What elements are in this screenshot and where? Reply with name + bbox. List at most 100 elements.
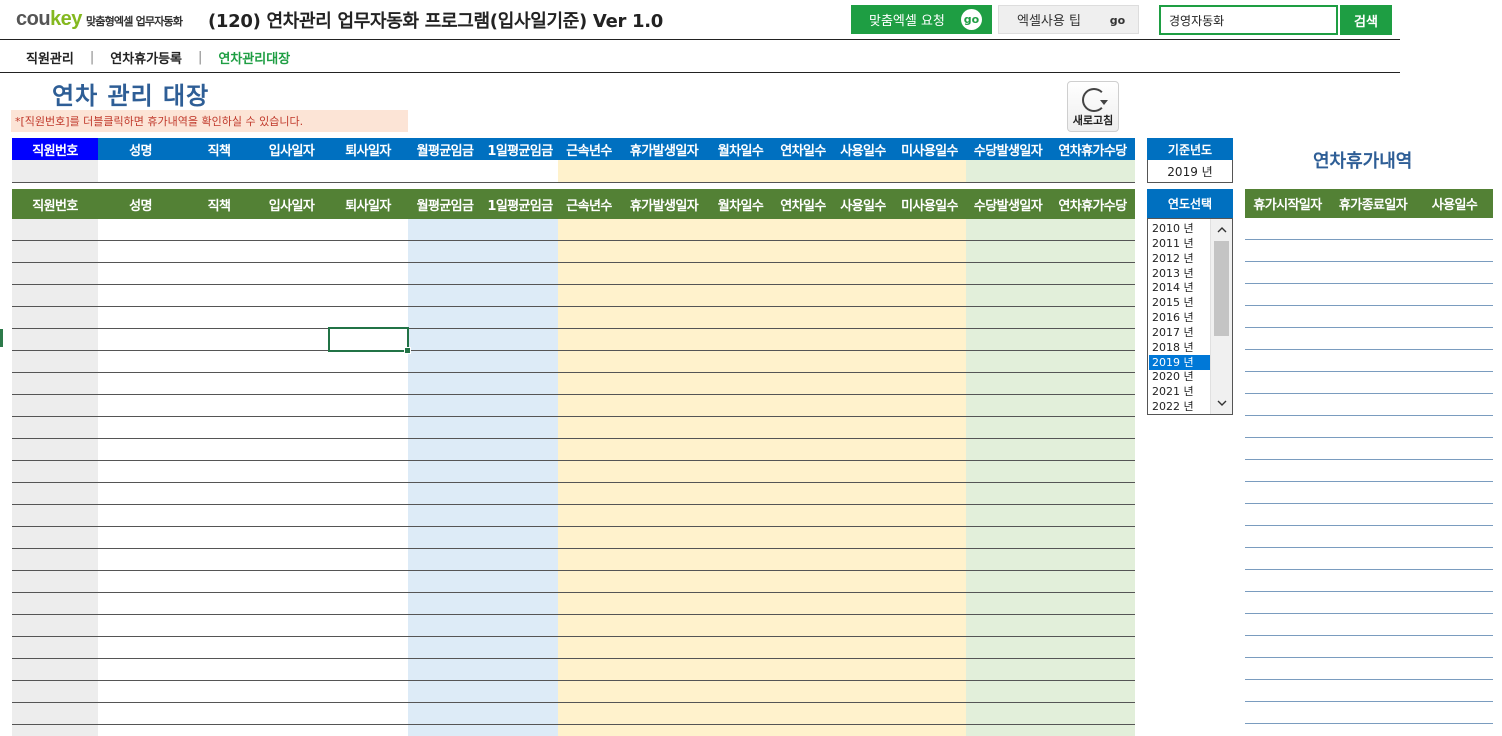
nav-separator: | (89, 50, 95, 65)
year-option[interactable]: 2018 년 (1149, 340, 1211, 355)
custom-excel-request-button[interactable]: 맞춤엑셀 요청 go (851, 5, 992, 34)
nav-item-leave-registration[interactable]: 연차휴가등록 (110, 48, 182, 67)
filter-cell[interactable] (408, 160, 482, 183)
chevron-down-icon[interactable] (1211, 394, 1232, 412)
row-dividers (12, 219, 1135, 736)
search-input[interactable] (1159, 5, 1338, 35)
header-leave-allowance: 연차휴가수당 (1050, 189, 1135, 219)
header-name: 성명 (98, 138, 183, 160)
refresh-button[interactable]: 새로고침 (1067, 81, 1119, 132)
year-select-label: 연도선택 (1147, 189, 1233, 218)
header-divider (0, 39, 1400, 40)
header-leave-allowance: 연차휴가수당 (1050, 138, 1135, 160)
header-position: 직책 (183, 138, 255, 160)
nav-item-leave-ledger[interactable]: 연차관리대장 (218, 48, 290, 67)
header-monthly-leave-days: 월차일수 (708, 189, 773, 219)
year-option[interactable]: 2014 년 (1149, 280, 1211, 295)
year-listbox[interactable]: 2010 년 2011 년 2012 년 2013 년 2014 년 2015 … (1147, 218, 1233, 415)
filter-cell[interactable] (833, 160, 893, 183)
year-option[interactable]: 2020 년 (1149, 369, 1211, 384)
year-option[interactable]: 2013 년 (1149, 266, 1211, 281)
nav-separator: | (198, 50, 203, 65)
chevron-up-icon[interactable] (1211, 221, 1232, 239)
header-position: 직책 (183, 189, 255, 219)
header-resign-date: 퇴사일자 (328, 189, 408, 219)
refresh-label: 새로고침 (1072, 114, 1114, 127)
filter-cell[interactable] (966, 160, 1050, 183)
year-option[interactable]: 2010 년 (1149, 221, 1211, 236)
header-employee-id[interactable]: 직원번호 (12, 189, 98, 219)
header-used-days: 사용일수 (833, 138, 893, 160)
year-option[interactable]: 2016 년 (1149, 310, 1211, 325)
filter-cell[interactable] (620, 160, 708, 183)
custom-excel-request-label: 맞춤엑셀 요청 (869, 14, 945, 29)
header-years-of-service: 근속년수 (558, 138, 620, 160)
header-allowance-date: 수당발생일자 (966, 138, 1050, 160)
nav-divider (0, 72, 1400, 73)
logo-brand-part2: key (50, 8, 82, 30)
header-employee-id: 직원번호 (12, 138, 98, 160)
header-annual-leave-days: 연차일수 (773, 189, 833, 219)
header-resign-date: 퇴사일자 (328, 138, 408, 160)
filter-cell[interactable] (773, 160, 833, 183)
go-icon: go (1109, 14, 1126, 27)
refresh-icon (1082, 88, 1108, 112)
go-icon: go (961, 9, 982, 30)
header-daily-avg-wage: 1일평균임금 (482, 138, 558, 160)
leave-history-title: 연차휴가내역 (1313, 151, 1413, 172)
year-option[interactable]: 2021 년 (1149, 384, 1211, 399)
app-title: (120) 연차관리 업무자동화 프로그램(입사일기준) Ver 1.0 (208, 11, 664, 32)
header-leave-accrual-date: 휴가발생일자 (620, 189, 708, 219)
header-annual-leave-days: 연차일수 (773, 138, 833, 160)
header-hire-date: 입사일자 (255, 189, 328, 219)
filter-cell[interactable] (98, 160, 183, 183)
year-option-selected[interactable]: 2019 년 (1149, 355, 1211, 370)
window-edge-marker (0, 329, 3, 347)
header-leave-end-date: 휴가종료일자 (1330, 189, 1416, 218)
filter-cell[interactable] (183, 160, 255, 183)
header-leave-accrual-date: 휴가발생일자 (620, 138, 708, 160)
header-monthly-avg-wage: 월평균임금 (408, 189, 482, 219)
logo: cou key 맞춤형엑셀 업무자동화 (16, 8, 183, 32)
header-used-days: 사용일수 (833, 189, 893, 219)
year-list-scrollbar[interactable] (1210, 219, 1232, 414)
search-button[interactable]: 검색 (1340, 5, 1392, 35)
base-year-label: 기준년도 (1147, 138, 1233, 160)
header-name: 성명 (98, 189, 183, 219)
logo-brand-part1: cou (16, 8, 51, 30)
leave-history-rows[interactable] (1245, 218, 1493, 736)
selected-cell[interactable] (328, 327, 411, 354)
header-allowance-date: 수당발생일자 (966, 189, 1050, 219)
header-monthly-leave-days: 월차일수 (708, 138, 773, 160)
year-option[interactable]: 2022 년 (1149, 399, 1211, 414)
year-option[interactable]: 2015 년 (1149, 295, 1211, 310)
filter-cell[interactable] (328, 160, 408, 183)
year-option[interactable]: 2017 년 (1149, 325, 1211, 340)
header-hire-date: 입사일자 (255, 138, 328, 160)
header-unused-days: 미사용일수 (893, 189, 966, 219)
page-title: 연차 관리 대장 (52, 82, 210, 110)
header-leave-start-date: 휴가시작일자 (1245, 189, 1330, 218)
header-daily-avg-wage: 1일평균임금 (482, 189, 558, 219)
nav-bar: 직원관리 | 연차휴가등록 | 연차관리대장 (26, 48, 290, 67)
base-year-value: 2019 년 (1147, 160, 1233, 183)
leave-ledger-table: 직원번호 직원번호 성명 성명 직책 직책 입사일자 입사일자 퇴사일자 퇴사일… (12, 138, 1135, 736)
filter-cell[interactable] (558, 160, 620, 183)
filter-cell[interactable] (482, 160, 558, 183)
filter-cell[interactable] (1050, 160, 1135, 183)
hint-text: *[직원번호]를 더블클릭하면 휴가내역을 확인하실 수 있습니다. (11, 110, 408, 132)
header-leave-used-days: 사용일수 (1416, 189, 1493, 218)
header-monthly-avg-wage: 월평균임금 (408, 138, 482, 160)
filter-cell[interactable] (708, 160, 773, 183)
nav-item-employee-management[interactable]: 직원관리 (26, 48, 74, 67)
year-option[interactable]: 2011 년 (1149, 236, 1211, 251)
logo-tagline: 맞춤형엑셀 업무자동화 (85, 15, 183, 28)
filter-cell[interactable] (12, 160, 98, 183)
excel-tips-button[interactable]: 엑셀사용 팁 go (998, 5, 1139, 34)
scrollbar-thumb[interactable] (1214, 241, 1229, 336)
excel-tips-label: 엑셀사용 팁 (1017, 14, 1081, 29)
filter-cell[interactable] (893, 160, 966, 183)
filter-cell[interactable] (255, 160, 328, 183)
row-divider (12, 182, 1135, 183)
year-option[interactable]: 2012 년 (1149, 251, 1211, 266)
